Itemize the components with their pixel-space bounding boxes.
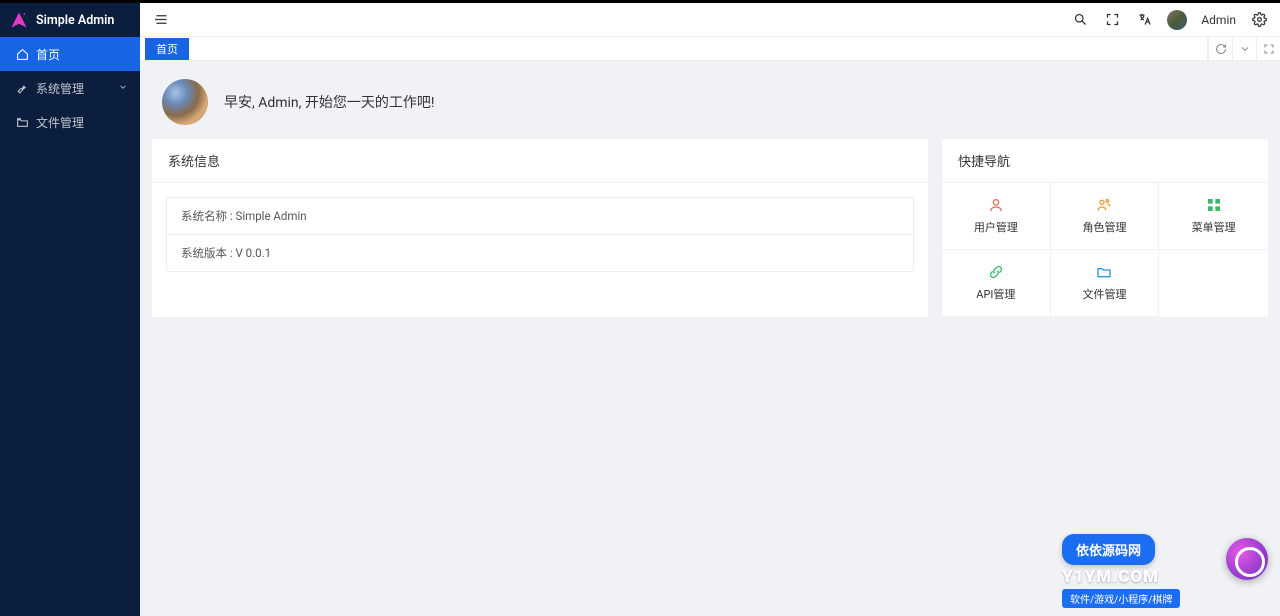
quick-nav-files[interactable]: 文件管理 [1051,250,1160,317]
language-button[interactable] [1135,11,1153,29]
quick-nav-label: 用户管理 [974,219,1018,235]
tab-reload-button[interactable] [1208,37,1232,61]
quick-nav-label: API管理 [976,286,1015,302]
chevron-down-icon [118,81,128,95]
quick-nav-label: 角色管理 [1082,219,1126,235]
avatar[interactable] [1167,10,1187,30]
info-list: 系统名称 : Simple Admin 系统版本 : V 0.0.1 [166,197,914,272]
tab-fullscreen-button[interactable] [1256,37,1280,61]
greeting-row: 早安, Admin, 开始您一天的工作吧! [152,73,1268,139]
tab-dropdown-button[interactable] [1232,37,1256,61]
watermark-sub: 软件/游戏/小程序/棋牌 [1062,589,1180,608]
folder-open-icon [16,116,29,129]
user-icon [988,197,1004,213]
sidebar-item-label: 文件管理 [36,114,84,131]
panel-title: 快捷导航 [942,139,1268,183]
header: Admin [140,3,1280,37]
panel-title: 系统信息 [152,139,928,183]
role-icon [1096,197,1112,213]
info-item: 系统名称 : Simple Admin [167,198,913,234]
quick-nav-api[interactable]: API管理 [942,250,1051,317]
sidebar-item-label: 首页 [36,46,60,63]
watermark-line1: 依依源码网 [1062,534,1155,565]
tabs-row: 首页 [140,37,1280,61]
quick-nav-menus[interactable]: 菜单管理 [1159,183,1268,250]
user-name[interactable]: Admin [1201,13,1236,27]
tab-label: 首页 [156,41,178,57]
grid-icon [1206,197,1222,213]
sidebar-item-home[interactable]: 首页 [0,37,140,71]
sidebar: Simple Admin 首页 系统管理 文件管理 [0,3,140,616]
quick-nav-grid: 用户管理 角色管理 菜单管理 [942,183,1268,317]
magnifier-icon [1226,538,1268,580]
wrench-icon [16,82,29,95]
quick-nav-label: 文件管理 [1082,286,1126,302]
tab-home[interactable]: 首页 [145,38,189,60]
sidebar-item-label: 系统管理 [36,80,84,97]
sidebar-item-files[interactable]: 文件管理 [0,105,140,139]
greeting-text: 早安, Admin, 开始您一天的工作吧! [224,92,435,112]
quick-nav-panel: 快捷导航 用户管理 角色管理 [942,139,1268,317]
quick-nav-roles[interactable]: 角色管理 [1051,183,1160,250]
system-info-panel: 系统信息 系统名称 : Simple Admin 系统版本 : V 0.0.1 [152,139,928,317]
main: Admin 首页 [140,3,1280,616]
settings-button[interactable] [1250,11,1268,29]
sidebar-toggle-button[interactable] [152,11,170,29]
info-item: 系统版本 : V 0.0.1 [167,234,913,271]
quick-nav-users[interactable]: 用户管理 [942,183,1051,250]
fullscreen-button[interactable] [1103,11,1121,29]
folder-icon [1096,264,1112,280]
search-button[interactable] [1071,11,1089,29]
brand-name: Simple Admin [36,13,114,28]
sidebar-item-system[interactable]: 系统管理 [0,71,140,105]
content: 早安, Admin, 开始您一天的工作吧! 系统信息 系统名称 : Simple… [140,61,1280,616]
home-icon [16,48,29,61]
sidebar-header: Simple Admin [0,3,140,37]
quick-nav-label: 菜单管理 [1192,219,1236,235]
api-icon [988,264,1004,280]
greeting-avatar [162,79,208,125]
watermark: 依依源码网 Y1YM.COM 软件/游戏/小程序/棋牌 [1062,534,1272,608]
brand-logo-icon [10,11,28,29]
